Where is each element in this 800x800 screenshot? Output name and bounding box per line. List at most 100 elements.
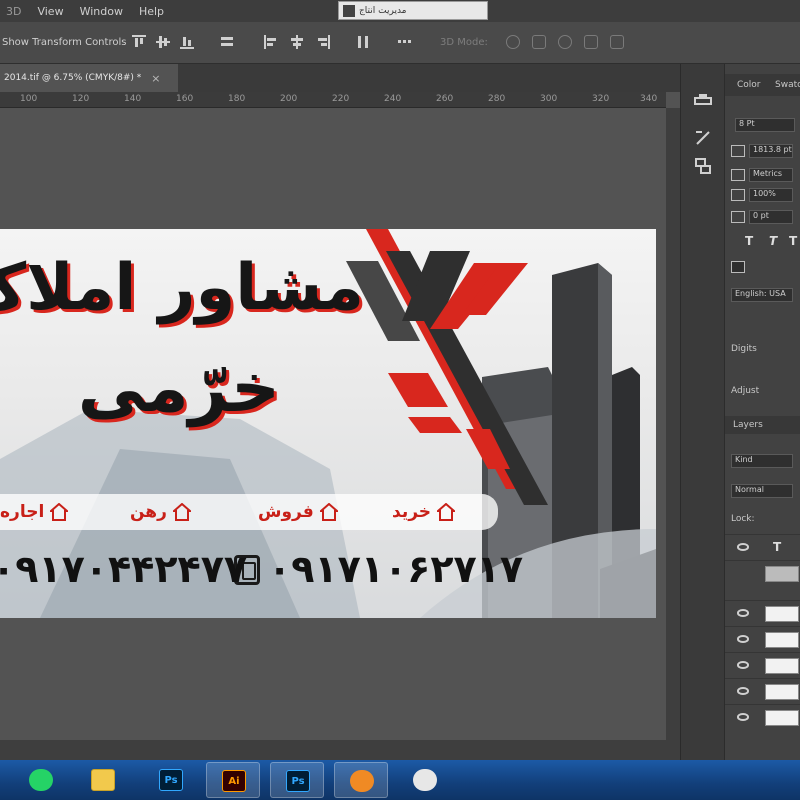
tracking-icon: [731, 169, 745, 181]
text-style-caps[interactable]: T: [789, 234, 797, 248]
more-options-icon[interactable]: [398, 40, 412, 44]
menu-help[interactable]: Help: [131, 5, 172, 18]
align-right-icon[interactable]: [316, 35, 330, 49]
digits-row: Digits: [731, 340, 757, 358]
tab-layers[interactable]: Layers: [733, 420, 763, 430]
taskbar-photoshop-active[interactable]: Ps: [270, 762, 324, 798]
layer-row[interactable]: [725, 704, 800, 730]
photoshop-icon: Ps: [286, 770, 310, 792]
ligature-icon[interactable]: [731, 261, 745, 273]
window-title-badge[interactable]: مدیریت انتاج: [338, 1, 488, 20]
menu-3d[interactable]: 3D: [2, 5, 29, 18]
tab-color[interactable]: Color: [737, 80, 761, 90]
banner-title-line2: خرّمی: [77, 349, 280, 428]
3d-pan-icon[interactable]: [558, 35, 572, 49]
tab-adjustments[interactable]: Adjust: [731, 386, 759, 396]
leading-field[interactable]: 1813.8 pt: [749, 144, 793, 158]
font-size-row: 8 Pt: [731, 116, 795, 134]
phone-number-1: ۰۹۱۷۱۰۶۲۷۱۷: [268, 547, 524, 591]
ruler-tick: 140: [124, 94, 142, 104]
layer-row[interactable]: [725, 600, 800, 626]
layer-row[interactable]: [725, 560, 800, 586]
text-layer-icon: T: [773, 540, 782, 554]
layer-thumbnail: [765, 684, 799, 700]
align-bottom-icon[interactable]: [180, 35, 194, 49]
media-player-icon: [350, 770, 374, 792]
digits-label: Digits: [731, 344, 757, 354]
align-vcenter-icon[interactable]: [156, 35, 170, 49]
blend-mode-row: Normal: [731, 482, 793, 500]
brush-settings-icon[interactable]: [693, 128, 713, 148]
red-block-a: [388, 373, 448, 407]
house-icon: [319, 503, 338, 521]
status-bar: [0, 740, 680, 760]
taskbar-file-explorer[interactable]: [76, 762, 130, 798]
panel-tabs: Color Swatches: [725, 74, 800, 96]
layer-row[interactable]: [725, 678, 800, 704]
align-top-icon[interactable]: [132, 35, 146, 49]
taskbar-media-player[interactable]: [334, 762, 388, 798]
ruler-tick: 280: [488, 94, 506, 104]
service-item: رهن: [130, 500, 191, 524]
taskbar-illustrator[interactable]: Ai: [206, 762, 260, 798]
show-transform-controls-label[interactable]: Show Transform Controls: [2, 37, 126, 48]
language-select[interactable]: English: USA: [731, 288, 793, 302]
banner-artwork[interactable]: مشاور املاک خرّمی خرید فروش رهن اجاره ۰۹…: [0, 229, 656, 618]
visibility-eye-icon[interactable]: [737, 635, 749, 643]
house-icon: [437, 503, 456, 521]
document-icon: [343, 4, 355, 17]
visibility-eye-icon[interactable]: [737, 609, 749, 617]
language-row: English: USA: [731, 286, 793, 304]
3d-roll-icon[interactable]: [532, 35, 546, 49]
menu-window[interactable]: Window: [72, 5, 131, 18]
taskbar-whatsapp[interactable]: [14, 762, 68, 798]
clone-source-icon[interactable]: [693, 156, 713, 176]
taskbar-photoshop[interactable]: Ps: [144, 762, 198, 798]
layer-row[interactable]: [725, 652, 800, 678]
align-hcenter-icon[interactable]: [290, 35, 304, 49]
scale-field[interactable]: 100%: [749, 188, 793, 202]
tracking-field[interactable]: Metrics: [749, 168, 793, 182]
3d-slide-icon[interactable]: [584, 35, 598, 49]
visibility-eye-icon[interactable]: [737, 713, 749, 721]
ruler-tick: 300: [540, 94, 558, 104]
ruler-tick: 340: [640, 94, 658, 104]
visibility-eye-icon[interactable]: [737, 543, 749, 551]
close-tab-icon[interactable]: ×: [151, 72, 160, 85]
service-item: خرید: [392, 500, 456, 524]
text-style-italic[interactable]: T: [769, 234, 777, 248]
baseline-icon: [731, 211, 745, 223]
panel-dock-icons: [680, 64, 724, 760]
ruler-tick: 220: [332, 94, 350, 104]
layer-row[interactable]: [725, 626, 800, 652]
layer-kind-filter[interactable]: Kind: [731, 454, 793, 468]
align-left-icon[interactable]: [264, 35, 278, 49]
layer-row[interactable]: T: [725, 534, 800, 560]
services-strip: خرید فروش رهن اجاره: [0, 494, 498, 530]
phone-numbers: ۰۹۱۷۱۰۶۲۷۱۷ ۰۹۱۷۰۴۴۲۴۷۷: [0, 547, 524, 593]
distribute-icon[interactable]: [220, 35, 234, 49]
ruler-tick: 120: [72, 94, 90, 104]
font-size-field[interactable]: 8 Pt: [735, 118, 795, 132]
vertical-scrollbar[interactable]: [666, 108, 680, 740]
ruler-tick: 260: [436, 94, 454, 104]
folder-icon: [91, 769, 115, 791]
visibility-eye-icon[interactable]: [737, 687, 749, 695]
taskbar-kaspersky[interactable]: [398, 762, 452, 798]
text-style-bold[interactable]: T: [745, 234, 753, 248]
baseline-row: 0 pt: [731, 208, 793, 226]
tracking-row: Metrics: [731, 166, 793, 184]
history-icon[interactable]: [693, 90, 713, 110]
menu-view[interactable]: View: [29, 5, 71, 18]
distribute-horizontal-icon[interactable]: [356, 35, 370, 49]
window-title-text: مدیریت انتاج: [359, 5, 407, 16]
photoshop-icon: Ps: [159, 769, 183, 791]
tab-swatches[interactable]: Swatches: [775, 80, 800, 90]
blend-mode-select[interactable]: Normal: [731, 484, 793, 498]
visibility-eye-icon[interactable]: [737, 661, 749, 669]
document-tab[interactable]: 2014.tif @ 6.75% (CMYK/8#) * ×: [0, 64, 178, 92]
3d-rotate-icon[interactable]: [506, 35, 520, 49]
3d-scale-icon[interactable]: [610, 35, 624, 49]
layer-thumbnail: [765, 632, 799, 648]
baseline-field[interactable]: 0 pt: [749, 210, 793, 224]
